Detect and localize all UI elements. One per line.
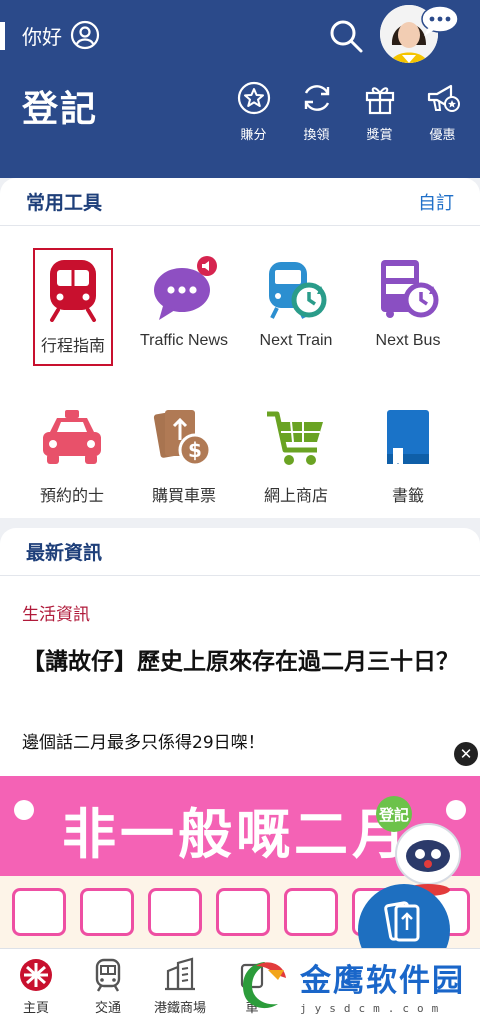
greeting-button[interactable]: 你好 bbox=[22, 20, 100, 50]
rewards-label: 獎賞 bbox=[366, 128, 393, 143]
train-front-icon bbox=[50, 260, 96, 322]
bookmark-icon bbox=[387, 410, 429, 468]
tool-next-train[interactable]: Next Train bbox=[241, 256, 351, 350]
nav-label: 主頁 bbox=[22, 1001, 49, 1016]
calendar-box bbox=[284, 888, 338, 936]
next-bus-icon bbox=[381, 260, 439, 318]
tool-traffic-news[interactable]: Traffic News bbox=[129, 256, 239, 350]
user-icon bbox=[70, 20, 100, 50]
news-card: 最新資訊 生活資訊 【講故仔】歷史上原來存在過二月三十日？ 邊個話二月最多只係得… bbox=[0, 528, 480, 778]
megaphone-icon bbox=[427, 84, 460, 112]
calendar-box bbox=[216, 888, 270, 936]
nav-label: 交通 bbox=[94, 1001, 121, 1016]
news-title: 最新資訊 bbox=[26, 542, 103, 564]
mascot-robot[interactable]: 登記 bbox=[370, 796, 476, 896]
chat-bubble-icon bbox=[154, 256, 217, 320]
watermark-logo-icon bbox=[242, 962, 286, 1009]
tool-journey-planner[interactable]: 行程指南 bbox=[33, 248, 113, 366]
mtr-logo-icon bbox=[20, 959, 52, 991]
nav-label: 港鐵商場 bbox=[153, 1001, 206, 1016]
login-title[interactable]: 登記 bbox=[22, 80, 98, 132]
ticket-dollar-icon: $ bbox=[153, 410, 212, 467]
greeting-text: 你好 bbox=[22, 24, 62, 49]
calendar-box bbox=[80, 888, 134, 936]
search-icon[interactable] bbox=[328, 18, 364, 54]
building-icon bbox=[165, 957, 195, 991]
tools-card-header: 常用工具 自訂 bbox=[0, 178, 480, 226]
next-train-icon bbox=[269, 262, 327, 319]
nav-home[interactable]: 主頁 bbox=[0, 949, 72, 1020]
tool-label: Traffic News bbox=[139, 332, 228, 349]
tool-label: Next Train bbox=[259, 332, 333, 349]
news-headline[interactable]: 【講故仔】歷史上原來存在過二月三十日？ bbox=[22, 644, 462, 680]
train-icon bbox=[95, 958, 121, 992]
tool-label: 網上商店 bbox=[263, 488, 328, 505]
taxi-icon bbox=[43, 410, 101, 464]
tool-label: 預約的士 bbox=[39, 488, 104, 505]
tool-next-bus[interactable]: Next Bus bbox=[353, 256, 463, 350]
header-actions: 賺分 換領 獎賞 優惠 bbox=[222, 80, 474, 143]
news-category[interactable]: 生活資訊 bbox=[22, 600, 90, 625]
calendar-box bbox=[12, 888, 66, 936]
redeem-button[interactable]: 換領 bbox=[285, 80, 348, 143]
tool-buy-tickets[interactable]: $ 購買車票 bbox=[129, 406, 239, 506]
watermark-title: 金鹰软件园 bbox=[300, 963, 465, 999]
tool-label: 購買車票 bbox=[151, 488, 216, 505]
news-summary[interactable]: 邊個話二月最多只係得29日㗎！ bbox=[22, 728, 265, 753]
news-card-header: 最新資訊 bbox=[0, 528, 480, 576]
earn-points-label: 賺分 bbox=[240, 128, 267, 143]
calendar-box bbox=[148, 888, 202, 936]
banner-dot bbox=[14, 800, 34, 820]
tool-label: Next Bus bbox=[375, 332, 441, 349]
tool-book-taxi[interactable]: 預約的士 bbox=[17, 406, 127, 506]
watermark: 金鹰软件园 jysdcm.com bbox=[234, 950, 480, 1020]
gift-icon bbox=[365, 87, 394, 115]
header-edge-marker bbox=[0, 22, 5, 50]
svg-text:$: $ bbox=[188, 438, 202, 462]
close-icon[interactable]: ✕ bbox=[454, 742, 478, 766]
mascot-badge-text: 登記 bbox=[378, 806, 409, 824]
customize-link[interactable]: 自訂 bbox=[418, 189, 454, 215]
tools-card: 常用工具 自訂 行程指南 Traffic News Next Train Nex… bbox=[0, 178, 480, 518]
rewards-button[interactable]: 獎賞 bbox=[348, 80, 411, 143]
tools-title: 常用工具 bbox=[26, 192, 103, 214]
nav-malls[interactable]: 港鐵商場 bbox=[144, 949, 216, 1020]
shopping-cart-icon bbox=[267, 411, 323, 465]
offers-button[interactable]: 優惠 bbox=[411, 80, 474, 143]
watermark-text: 金鹰软件园 jysdcm.com bbox=[300, 955, 465, 1015]
app-header: 你好 登記 賺分 換領 獎賞 優惠 bbox=[0, 0, 480, 178]
nav-transport[interactable]: 交通 bbox=[72, 949, 144, 1020]
refresh-icon bbox=[304, 85, 329, 111]
star-badge-icon bbox=[237, 81, 270, 115]
chat-bubble-icon[interactable] bbox=[418, 4, 460, 38]
tool-label: 書籤 bbox=[391, 488, 424, 505]
offers-label: 優惠 bbox=[429, 128, 456, 143]
tool-label: 行程指南 bbox=[40, 338, 105, 355]
tool-online-shop[interactable]: 網上商店 bbox=[241, 406, 351, 506]
watermark-url: jysdcm.com bbox=[300, 1002, 447, 1015]
tool-bookmarks[interactable]: 書籤 bbox=[353, 406, 463, 506]
banner-text: 非一般嘅二月 bbox=[62, 803, 410, 866]
earn-points-button[interactable]: 賺分 bbox=[222, 80, 285, 143]
redeem-label: 換領 bbox=[303, 128, 330, 143]
